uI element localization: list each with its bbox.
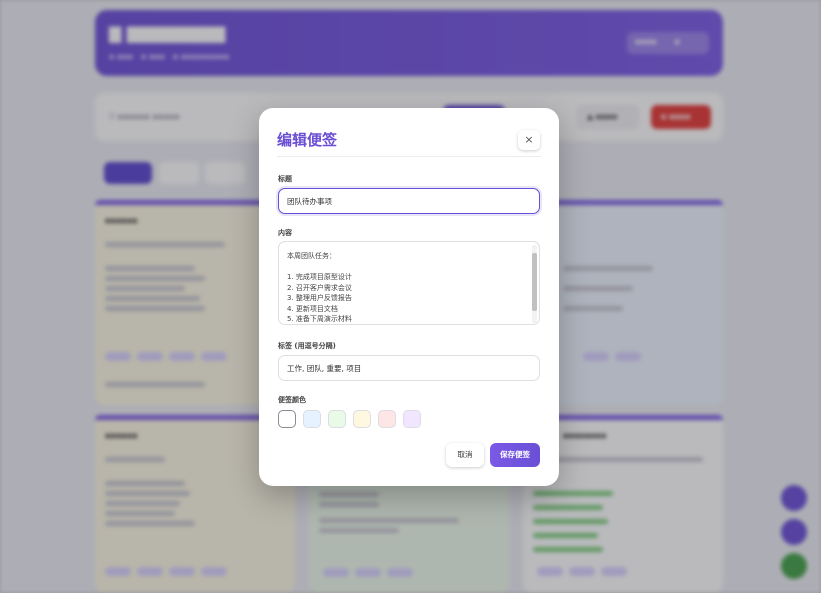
content-line	[287, 262, 525, 273]
color-swatch[interactable]	[328, 410, 346, 428]
content-line: 5. 准备下周演示材料	[287, 315, 352, 323]
content-text: 本周团队任务： 1. 完成项目原型设计 2. 召开客户需求会议 3. 整理用户反馈报…	[287, 251, 525, 324]
title-field-label: 标题	[278, 175, 292, 183]
content-textarea[interactable]: 本周团队任务： 1. 完成项目原型设计 2. 召开客户需求会议 3. 整理用户反馈报…	[278, 241, 540, 325]
cancel-button[interactable]: 取消	[446, 443, 484, 467]
color-swatch[interactable]	[378, 410, 396, 428]
content-line: 3. 整理用户反馈报告	[287, 294, 352, 302]
title-input[interactable]	[278, 188, 540, 214]
content-line: 1. 完成项目原型设计	[287, 273, 352, 281]
edit-note-dialog: 编辑便签 × 标题 内容 本周团队任务： 1. 完成项目原型设计 2. 召开客户需…	[259, 108, 559, 486]
content-line: 2. 召开客户需求会议	[287, 283, 352, 292]
content-line: 4. 更新项目文档	[287, 304, 338, 313]
color-swatch[interactable]	[278, 410, 296, 428]
close-button[interactable]: ×	[518, 130, 540, 150]
content-scrollbar[interactable]	[532, 245, 537, 323]
color-swatch[interactable]	[403, 410, 421, 428]
header-divider	[277, 156, 541, 157]
content-field-label: 内容	[278, 229, 292, 237]
color-swatch[interactable]	[303, 410, 321, 428]
content-line: 本周团队任务：	[287, 252, 336, 260]
close-icon: ×	[524, 133, 534, 146]
tags-input[interactable]	[278, 355, 540, 381]
color-field-label: 便签颜色	[278, 396, 306, 404]
color-swatch[interactable]	[353, 410, 371, 428]
dialog-title: 编辑便签	[277, 131, 338, 149]
tags-field-label: 标签 (用逗号分隔)	[278, 342, 336, 350]
scrollbar-thumb[interactable]	[532, 253, 537, 311]
save-note-button[interactable]: 保存便签	[490, 443, 540, 467]
